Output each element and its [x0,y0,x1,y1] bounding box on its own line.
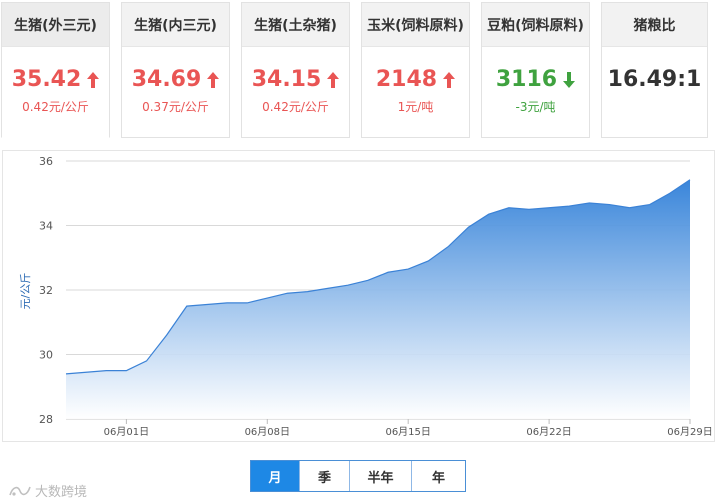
price-card-value-row: 2148 [362,67,469,92]
price-card-1[interactable]: 生猪(内三元) 34.69 0.37元/公斤 [121,2,230,138]
price-card-value-row: 34.15 [242,67,349,92]
price-card-value-row: 34.69 [122,67,229,92]
arrow-up-icon [87,71,100,88]
price-chart-frame: 28 30 32 34 36 06月01日 06月08日 06月15日 06月22日 06月29日… [2,150,715,442]
x-tick-label: 06月22日 [526,426,571,438]
price-area-chart: 28 30 32 34 36 06月01日 06月08日 06月15日 06月22日 06月29日… [19,155,713,438]
arrow-up-icon [327,71,340,88]
arrow-up-icon [207,71,220,88]
price-card-value: 34.69 [131,67,202,92]
price-card-title: 豆粕(饲料原料) [482,3,589,47]
price-area-fill [66,179,690,419]
price-card-title: 生猪(外三元) [2,3,109,47]
price-card-3[interactable]: 玉米(饲料原料) 2148 1元/吨 [361,2,470,138]
price-card-title: 生猪(内三元) [122,3,229,47]
arrow-up-icon [443,71,456,88]
x-tick-label: 06月29日 [667,426,712,438]
price-card-title: 玉米(饲料原料) [362,3,469,47]
range-quarter-button[interactable]: 季 [299,461,349,491]
watermark-logo-icon [9,486,31,496]
price-card-5[interactable]: 猪粮比 16.49:1 [601,2,708,138]
price-card-value-row: 35.42 [2,67,109,92]
y-axis-label: 元/公斤 [19,273,32,310]
range-halfyear-button[interactable]: 半年 [349,461,411,491]
price-card-value: 3116 [495,67,558,92]
price-card-2[interactable]: 生猪(土杂猪) 34.15 0.42元/公斤 [241,2,350,138]
price-card-4[interactable]: 豆粕(饲料原料) 3116 -3元/吨 [481,2,590,138]
price-card-value: 34.15 [251,67,322,92]
y-tick-label: 34 [39,220,53,233]
range-year-button[interactable]: 年 [411,461,465,491]
x-tick-label: 06月01日 [104,426,149,438]
x-tick-label: 06月08日 [245,426,290,438]
price-card-change: 0.37元/公斤 [142,100,209,114]
price-card-change: 0.42元/公斤 [262,100,329,114]
watermark: 大数跨境 [8,481,87,500]
price-card-value-row: 3116 [482,67,589,92]
watermark-text: 大数跨境 [35,485,88,500]
price-card-0[interactable]: 生猪(外三元) 35.42 0.42元/公斤 [1,2,110,138]
price-card-value: 35.42 [11,67,82,92]
range-month-button[interactable]: 月 [251,461,299,491]
x-tick-label: 06月15日 [385,426,430,438]
price-card-value: 16.49:1 [607,67,702,92]
price-card-change: 0.42元/公斤 [22,100,89,114]
price-card-change: -3元/吨 [515,100,556,114]
y-tick-label: 28 [39,413,53,426]
price-card-title: 生猪(土杂猪) [242,3,349,47]
y-tick-label: 32 [39,284,53,297]
price-card-title: 猪粮比 [602,3,707,47]
y-tick-label: 30 [39,349,53,362]
price-card-value-row: 16.49:1 [602,67,707,92]
price-card-value: 2148 [375,67,438,92]
y-tick-label: 36 [39,155,53,168]
range-selector: 月 季 半年 年 [250,460,466,492]
price-card-change: 1元/吨 [397,100,434,114]
arrow-down-icon [563,71,576,88]
